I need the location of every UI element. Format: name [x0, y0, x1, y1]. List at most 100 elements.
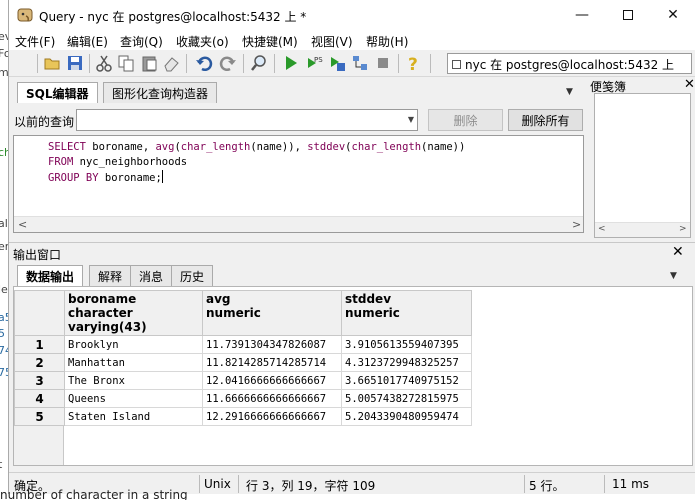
- background-text: 75: [0, 366, 8, 379]
- table-cell[interactable]: Staten Island: [64, 407, 203, 426]
- minimize-button[interactable]: —: [559, 0, 605, 30]
- row-number[interactable]: 4: [14, 389, 65, 408]
- tab-sql-editor[interactable]: SQL编辑器: [17, 82, 98, 103]
- scratch-hscrollbar[interactable]: < >: [595, 222, 690, 237]
- clear-eraser-icon[interactable]: [162, 54, 180, 72]
- toolbar-separator: [37, 54, 38, 73]
- table-row[interactable]: 2 Manhattan 11.8214285714285714 4.312372…: [14, 353, 472, 372]
- tab-data-output[interactable]: 数据输出: [17, 265, 84, 286]
- table-cell[interactable]: 5.0057438272815975: [341, 389, 472, 408]
- table-cell[interactable]: 11.7391304347826087: [202, 335, 342, 354]
- save-icon[interactable]: [66, 54, 84, 72]
- table-row[interactable]: 4 Queens 11.6666666666666667 5.005743827…: [14, 389, 472, 408]
- menu-query[interactable]: 查询(Q): [120, 33, 163, 50]
- pgadmin-elephant-icon: [17, 7, 33, 23]
- column-name: boroname: [68, 292, 137, 306]
- execute-to-file-icon[interactable]: [328, 54, 346, 72]
- menu-file[interactable]: 文件(F): [15, 33, 55, 50]
- horizontal-scrollbar[interactable]: < >: [14, 216, 583, 232]
- table-cell[interactable]: 12.0416666666666667: [202, 371, 342, 390]
- find-magnifier-icon[interactable]: [250, 54, 268, 72]
- scroll-right-icon[interactable]: >: [572, 218, 581, 231]
- redo-icon[interactable]: [219, 54, 237, 72]
- row-number[interactable]: 2: [14, 353, 65, 372]
- sql-text: boroname,: [85, 141, 156, 153]
- scratch-pad-close-icon[interactable]: ✕: [684, 77, 695, 92]
- cut-icon[interactable]: [95, 54, 113, 72]
- scratch-pad-text[interactable]: < >: [594, 93, 691, 238]
- chevron-down-icon: ▼: [407, 115, 414, 124]
- copy-icon[interactable]: [117, 54, 135, 72]
- paste-icon[interactable]: [140, 54, 158, 72]
- tab-history[interactable]: 历史: [171, 265, 214, 286]
- execute-pgscript-icon[interactable]: PS: [305, 54, 323, 72]
- column-header[interactable]: boroname character varying(43): [64, 290, 203, 336]
- close-button[interactable]: ✕: [650, 0, 695, 30]
- maximize-button[interactable]: [605, 0, 651, 30]
- column-header[interactable]: avg numeric: [202, 290, 342, 336]
- previous-query-select[interactable]: ▼: [76, 109, 418, 131]
- table-row[interactable]: 5 Staten Island 12.2916666666666667 5.20…: [14, 407, 472, 426]
- explain-query-icon[interactable]: [351, 54, 369, 72]
- table-cell[interactable]: The Bronx: [64, 371, 203, 390]
- scroll-right-icon[interactable]: >: [679, 224, 687, 234]
- connection-select[interactable]: nyc 在 postgres@localhost:5432 上: [447, 53, 692, 74]
- tab-explain[interactable]: 解释: [89, 265, 132, 286]
- table-cell[interactable]: 3.6651017740975152: [341, 371, 472, 390]
- row-number[interactable]: 1: [14, 335, 65, 354]
- open-folder-icon[interactable]: [43, 54, 61, 72]
- scroll-left-icon[interactable]: <: [598, 224, 606, 234]
- help-icon[interactable]: ?: [405, 54, 423, 75]
- code-line: FROM nyc_neighborhoods: [48, 155, 465, 170]
- table-cell[interactable]: 5.2043390480959474: [341, 407, 472, 426]
- menu-help[interactable]: 帮助(H): [366, 33, 408, 50]
- menu-favorites[interactable]: 收藏夹(o): [176, 33, 229, 50]
- table-row[interactable]: 3 The Bronx 12.0416666666666667 3.665101…: [14, 371, 472, 390]
- row-number[interactable]: 3: [14, 371, 65, 390]
- row-number[interactable]: 5: [14, 407, 65, 426]
- corner-cell[interactable]: [14, 290, 65, 336]
- background-text: m: [0, 66, 8, 79]
- menu-edit[interactable]: 编辑(E): [67, 33, 108, 50]
- background-text: ch: [0, 146, 8, 159]
- menu-view[interactable]: 视图(V): [311, 33, 353, 50]
- connection-checkbox-icon: [452, 60, 461, 69]
- sql-text: (name)),: [250, 141, 308, 153]
- tab-graphical-query-builder[interactable]: 图形化查询构造器: [103, 82, 218, 103]
- tab-dropdown-icon[interactable]: ▼: [670, 271, 677, 281]
- svg-text:PS: PS: [314, 56, 323, 64]
- table-cell[interactable]: 3.9105613559407395: [341, 335, 472, 354]
- data-output-grid[interactable]: boroname character varying(43) avg numeric…: [13, 286, 693, 466]
- tab-messages[interactable]: 消息: [130, 265, 173, 286]
- sql-keyword: SELECT: [48, 141, 86, 153]
- sql-keyword: GROUP BY: [48, 172, 99, 184]
- sql-code: SELECT boroname, avg(char_length(name)),…: [48, 140, 465, 186]
- output-close-icon[interactable]: ✕: [672, 244, 684, 260]
- table-cell[interactable]: 12.2916666666666667: [202, 407, 342, 426]
- menu-macros[interactable]: 快捷键(M): [242, 33, 298, 50]
- scratch-pad-pane: 便笺簿 ✕ < >: [586, 77, 695, 239]
- table-cell[interactable]: 4.3123729948325257: [341, 353, 472, 372]
- delete-all-button[interactable]: 删除所有: [508, 109, 583, 131]
- table-row[interactable]: 1 Brooklyn 11.7391304347826087 3.9105613…: [14, 335, 472, 354]
- sql-editor[interactable]: SELECT boroname, avg(char_length(name)),…: [13, 135, 584, 233]
- cancel-query-icon[interactable]: [374, 54, 392, 72]
- column-type: character varying(43): [68, 306, 147, 334]
- table-cell[interactable]: Queens: [64, 389, 203, 408]
- tab-dropdown-icon[interactable]: ▼: [566, 87, 573, 97]
- column-type: numeric: [345, 306, 400, 320]
- delete-button[interactable]: 删除: [428, 109, 503, 131]
- table-cell[interactable]: Manhattan: [64, 353, 203, 372]
- table-cell[interactable]: 11.6666666666666667: [202, 389, 342, 408]
- svg-text:?: ?: [408, 55, 418, 72]
- column-header[interactable]: stddev numeric: [341, 290, 472, 336]
- table-cell[interactable]: 11.8214285714285714: [202, 353, 342, 372]
- sql-function: avg: [155, 141, 175, 153]
- code-line: GROUP BY boroname;: [48, 170, 465, 186]
- sql-function: stddev: [307, 141, 346, 153]
- scroll-left-icon[interactable]: <: [18, 218, 27, 231]
- undo-icon[interactable]: [195, 54, 213, 72]
- sql-editor-pane: SQL编辑器 图形化查询构造器 ▼ 以前的查询 ▼ 删除 删除所有 SELECT…: [13, 80, 584, 237]
- execute-query-icon[interactable]: [282, 54, 300, 72]
- table-cell[interactable]: Brooklyn: [64, 335, 203, 354]
